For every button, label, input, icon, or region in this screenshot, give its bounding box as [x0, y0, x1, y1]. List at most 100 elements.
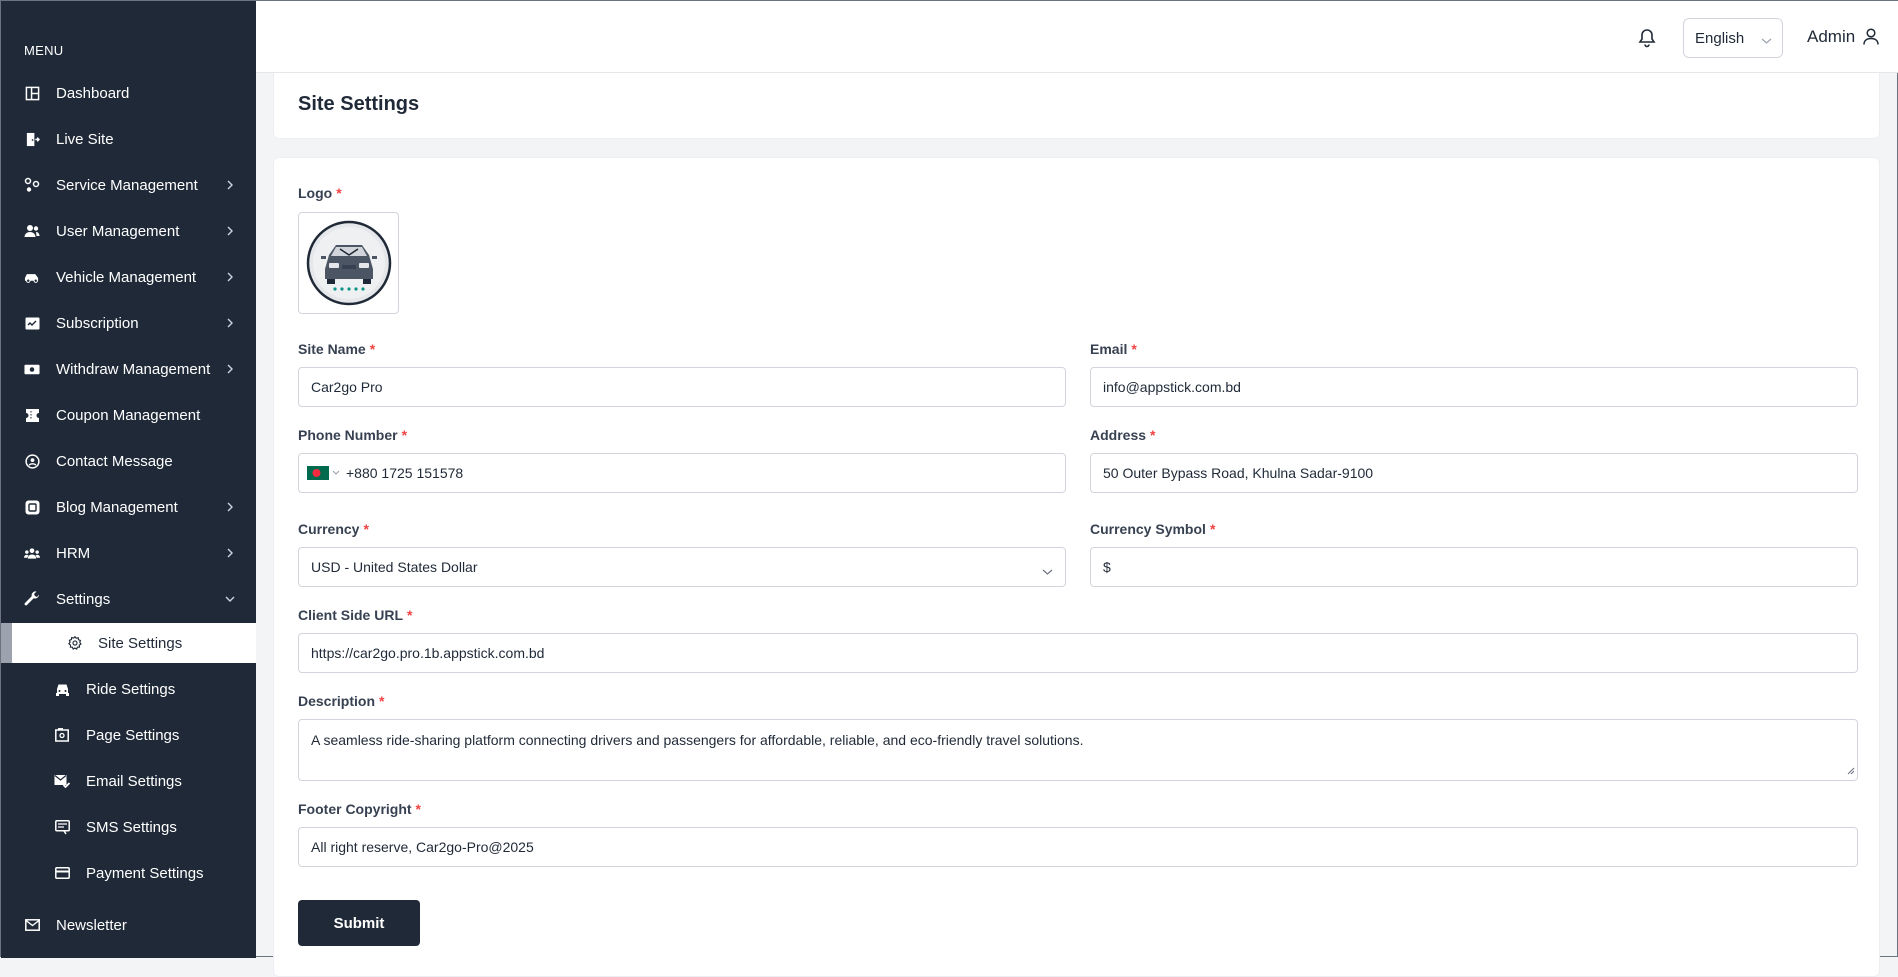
sidebar-item-label: HRM: [56, 544, 91, 562]
sidebar-subitem-payment-settings[interactable]: Payment Settings: [1, 850, 256, 896]
car-logo-image: [306, 220, 392, 306]
chevron-right-icon: [224, 179, 236, 191]
chevron-down-icon: [1042, 563, 1053, 579]
currency-symbol-label: Currency Symbol *: [1090, 521, 1216, 537]
exit-door-icon: [24, 131, 40, 147]
sidebar-item-label: Subscription: [56, 314, 139, 332]
chevron-down-icon: [1761, 32, 1772, 49]
car-front-icon: [54, 681, 70, 697]
email-label: Email *: [1090, 341, 1137, 357]
sidebar-item-label: User Management: [56, 222, 180, 240]
description-textarea[interactable]: A seamless ride-sharing platform connect…: [298, 719, 1858, 781]
client-url-input[interactable]: https://car2go.pro.1b.appstick.com.bd: [298, 633, 1858, 673]
currency-symbol-input[interactable]: $: [1090, 547, 1858, 587]
user-name[interactable]: Admin: [1807, 27, 1855, 47]
phone-label: Phone Number *: [298, 427, 408, 443]
sidebar-item-vehicle-management[interactable]: Vehicle Management: [1, 254, 256, 300]
sidebar-item-label: Dashboard: [56, 84, 130, 102]
sidebar-item-label: Newsletter: [56, 916, 127, 934]
resize-handle-icon[interactable]: [1847, 762, 1855, 778]
sidebar-item-blog-management[interactable]: Blog Management: [1, 484, 256, 530]
users-icon: [24, 223, 40, 239]
gear-icon: [67, 635, 83, 651]
sidebar-item-user-management[interactable]: User Management: [1, 208, 256, 254]
sidebar-subitem-email-settings[interactable]: Email Settings: [1, 758, 256, 804]
sidebar-item-label: Live Site: [56, 130, 114, 148]
sidebar-item-coupon-management[interactable]: Coupon Management: [1, 392, 256, 438]
sidebar-item-newsletter[interactable]: Newsletter: [1, 902, 256, 948]
subscription-icon: [24, 315, 40, 331]
phone-input[interactable]: +880 1725 151578: [298, 453, 1066, 493]
chevron-right-icon: [224, 271, 236, 283]
sidebar-item-label: Settings: [56, 590, 111, 608]
top-header: English Admin: [256, 1, 1898, 73]
mail-icon: [24, 917, 40, 933]
sidebar-subitem-site-settings[interactable]: Site Settings: [1, 623, 256, 663]
sidebar-item-label: Site Settings: [98, 634, 183, 652]
currency-select[interactable]: USD - United States Dollar: [298, 547, 1066, 587]
sms-icon: [54, 819, 70, 835]
site-settings-form: Logo * Site Name * Car2go Pro Email * in…: [273, 157, 1880, 977]
sidebar-subitem-page-settings[interactable]: Page Settings: [1, 712, 256, 758]
language-select[interactable]: English: [1683, 18, 1783, 58]
credit-card-icon: [54, 865, 70, 881]
page-title-card: Site Settings: [273, 73, 1880, 139]
chevron-down-icon: [224, 593, 236, 605]
sidebar-item-label: Coupon Management: [56, 406, 201, 424]
sidebar-item-withdraw-management[interactable]: Withdraw Management: [1, 346, 256, 392]
footer-copyright-input[interactable]: All right reserve, Car2go-Pro@2025: [298, 827, 1858, 867]
logo-label: Logo *: [298, 185, 342, 201]
user-icon[interactable]: [1863, 28, 1881, 46]
menu-title: MENU: [24, 43, 64, 58]
sidebar-item-live-site[interactable]: Live Site: [1, 116, 256, 162]
sidebar-item-dashboard[interactable]: Dashboard: [1, 70, 256, 116]
chevron-right-icon: [224, 317, 236, 329]
ticket-icon: [24, 407, 40, 423]
language-value: English: [1695, 29, 1745, 47]
sidebar-item-contact-message[interactable]: Contact Message: [1, 438, 256, 484]
car-icon: [24, 269, 40, 285]
sidebar-item-label: Contact Message: [56, 452, 173, 470]
bangladesh-flag-icon[interactable]: [307, 466, 340, 480]
sidebar-item-label: Blog Management: [56, 498, 178, 516]
site-name-input[interactable]: Car2go Pro: [298, 367, 1066, 407]
logo-upload[interactable]: [298, 212, 399, 314]
sidebar-item-settings[interactable]: Settings: [1, 576, 256, 622]
chevron-right-icon: [224, 363, 236, 375]
sidebar-item-label: Vehicle Management: [56, 268, 197, 286]
footer-copyright-label: Footer Copyright *: [298, 801, 421, 817]
wrench-icon: [24, 591, 40, 607]
currency-label: Currency *: [298, 521, 369, 537]
address-label: Address *: [1090, 427, 1156, 443]
email-input[interactable]: info@appstick.com.bd: [1090, 367, 1858, 407]
sidebar-item-label: Service Management: [56, 176, 198, 194]
money-icon: [24, 361, 40, 377]
sidebar-item-label: Ride Settings: [86, 680, 176, 698]
address-input[interactable]: 50 Outer Bypass Road, Khulna Sadar-9100: [1090, 453, 1858, 493]
sidebar-item-label: Payment Settings: [86, 864, 204, 882]
sidebar-subitem-ride-settings[interactable]: Ride Settings: [1, 666, 256, 712]
contact-icon: [24, 453, 40, 469]
sidebar-item-label: Page Settings: [86, 726, 180, 744]
description-label: Description *: [298, 693, 385, 709]
dashboard-icon: [24, 85, 40, 101]
client-url-label: Client Side URL *: [298, 607, 413, 623]
sidebar-item-subscription[interactable]: Subscription: [1, 300, 256, 346]
sidebar: MENU Dashboard Live Site Service Managem…: [1, 1, 256, 958]
sidebar-subitem-sms-settings[interactable]: SMS Settings: [1, 804, 256, 850]
submit-button[interactable]: Submit: [298, 900, 420, 946]
chevron-right-icon: [224, 547, 236, 559]
chevron-right-icon: [224, 225, 236, 237]
sidebar-item-hrm[interactable]: HRM: [1, 530, 256, 576]
site-name-label: Site Name *: [298, 341, 376, 357]
page-title: Site Settings: [298, 93, 420, 115]
bell-icon[interactable]: [1638, 28, 1658, 48]
app-window: MENU Dashboard Live Site Service Managem…: [0, 0, 1898, 977]
services-icon: [24, 177, 40, 193]
sidebar-item-service-management[interactable]: Service Management: [1, 162, 256, 208]
page-icon: [54, 727, 70, 743]
sidebar-item-label: Withdraw Management: [56, 360, 211, 378]
chevron-right-icon: [224, 501, 236, 513]
sidebar-item-label: Email Settings: [86, 772, 182, 790]
sidebar-item-label: SMS Settings: [86, 818, 177, 836]
